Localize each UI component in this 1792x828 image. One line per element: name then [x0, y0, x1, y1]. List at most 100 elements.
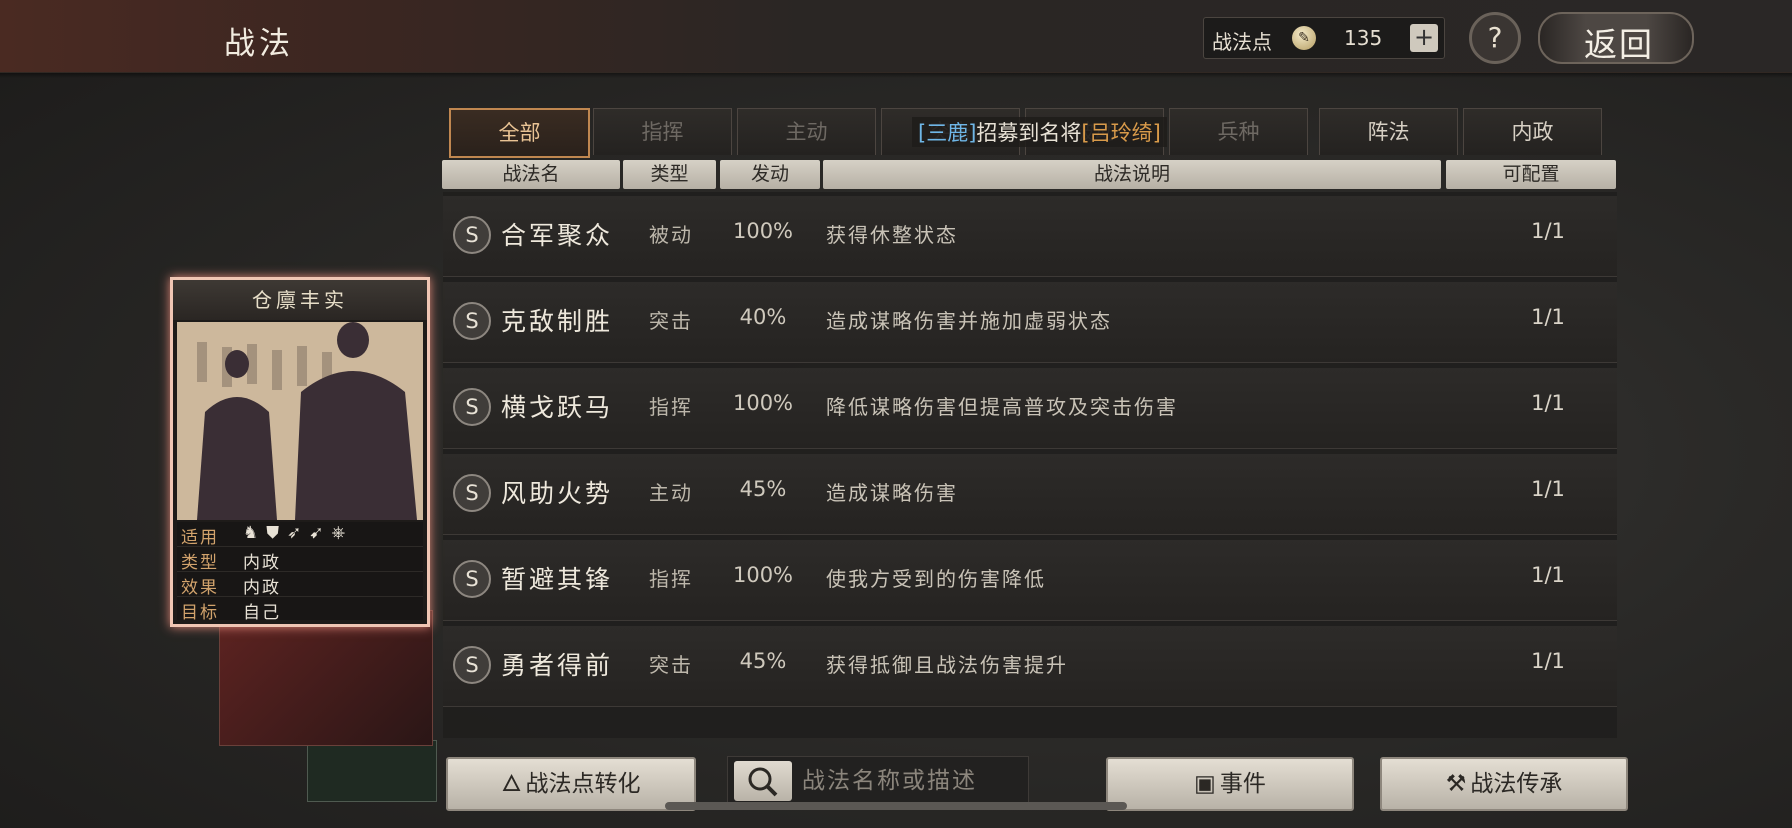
effect-label: 效果 [181, 578, 219, 598]
tab-formation[interactable]: 阵法 [1319, 108, 1458, 155]
tactic-count: 1/1 [1531, 219, 1565, 243]
column-rate[interactable]: 发动 [720, 160, 820, 189]
tactic-type: 主动 [649, 481, 693, 505]
alert-card-icon: ▣ [1194, 771, 1216, 797]
top-bar: 战法 战法点 ✎ 135 + ? 返回 [0, 0, 1792, 78]
tactic-description: 降低谋略伤害但提高普攻及突击伤害 [826, 395, 1178, 419]
card-title: 仓廪丰实 [173, 280, 427, 320]
table-row[interactable]: S 风助火势 主动 45% 造成谋略伤害 1/1 [443, 454, 1617, 535]
type-label: 类型 [181, 553, 219, 573]
tactic-type: 被动 [649, 223, 693, 247]
tab-active[interactable]: 主动 [737, 108, 876, 155]
tactic-points-label: 战法点 [1212, 30, 1272, 54]
card-info-panel: 适用 ♞⛊➶➹⎈ 类型 内政 效果 内政 目标 自己 [177, 522, 423, 623]
tactic-name: 合军聚众 [501, 221, 614, 250]
add-points-button[interactable]: + [1410, 24, 1438, 52]
search-input[interactable] [800, 763, 1024, 799]
bow-icon: ➶ [287, 523, 310, 543]
silhouette-figures-icon [177, 322, 423, 520]
effect-value: 内政 [243, 578, 281, 598]
inherit-tactic-label: 战法传承 [1470, 771, 1563, 797]
tab-command[interactable]: 指挥 [593, 108, 732, 155]
grade-s-badge: S [453, 302, 491, 340]
tactic-name: 横戈跃马 [501, 393, 614, 422]
tactic-rate: 45% [739, 477, 787, 501]
selected-tactic-card[interactable]: 仓廪丰实 适用 ♞⛊➶➹⎈ 类型 内政 效果 内政 目标 自己 [170, 277, 430, 627]
spear-icon: ➹ [309, 523, 332, 543]
search-icon[interactable] [734, 761, 792, 801]
tactic-count: 1/1 [1531, 649, 1565, 673]
tactic-type: 指挥 [649, 395, 693, 419]
events-button[interactable]: ▣ 事件 [1106, 757, 1354, 811]
type-value: 内政 [243, 553, 281, 573]
unit-type-icons: ♞⛊➶➹⎈ [243, 523, 353, 543]
tactic-rate: 100% [732, 219, 794, 243]
grade-s-badge: S [453, 388, 491, 426]
tactic-count: 1/1 [1531, 305, 1565, 329]
card-illustration [177, 322, 423, 520]
tactic-point-coin-icon: ✎ [1292, 26, 1316, 50]
column-type[interactable]: 类型 [623, 160, 716, 189]
hammer-icon: ⚒ [1445, 771, 1467, 797]
column-description: 战法说明 [823, 160, 1441, 189]
tactic-description: 造成谋略伤害 [826, 481, 958, 505]
wheel-icon: ⎈ [331, 523, 354, 543]
card-effect-row: 效果 内政 [177, 572, 423, 598]
convert-points-label: 战法点转化 [525, 771, 641, 797]
card-type-row: 类型 内政 [177, 547, 423, 573]
tactic-description: 获得抵御且战法伤害提升 [826, 653, 1068, 677]
tactic-rate: 100% [732, 391, 794, 415]
card-target-row: 目标 自己 [177, 597, 423, 623]
table-row[interactable]: S 横戈跃马 指挥 100% 降低谋略伤害但提高普攻及突击伤害 1/1 [443, 368, 1617, 449]
grade-s-badge: S [453, 560, 491, 598]
recruit-ticker: [三鹿]招募到名将[吕玲绮] [912, 117, 1167, 147]
search-bar [727, 756, 1029, 806]
page-title: 战法 [224, 26, 294, 62]
tactic-type: 突击 [649, 653, 693, 677]
help-button[interactable]: ? [1469, 12, 1521, 64]
tactic-description: 获得休整状态 [826, 223, 958, 247]
events-label: 事件 [1219, 771, 1266, 797]
stacked-card-art [307, 740, 437, 802]
tactic-description: 造成谋略伤害并施加虚弱状态 [826, 309, 1112, 333]
applies-label: 适用 [181, 528, 219, 548]
convert-points-button[interactable]: 🜂 战法点转化 [446, 757, 696, 811]
tactic-points-value: 135 [1344, 26, 1383, 50]
column-name[interactable]: 战法名 [442, 160, 620, 189]
tab-internal[interactable]: 内政 [1463, 108, 1602, 155]
stacked-card-art [219, 610, 433, 746]
target-label: 目标 [181, 603, 219, 623]
shield-icon: ⛊ [266, 523, 287, 543]
tactic-rate: 45% [739, 649, 787, 673]
ticker-text: 招募到名将 [976, 121, 1082, 145]
tactic-name: 暂避其锋 [501, 565, 614, 594]
card-applies-row: 适用 ♞⛊➶➹⎈ [177, 522, 423, 548]
tactic-points-display: 战法点 ✎ 135 + [1203, 17, 1445, 59]
tactic-type: 指挥 [649, 567, 693, 591]
inherit-tactic-button[interactable]: ⚒ 战法传承 [1380, 757, 1628, 811]
tactic-type: 突击 [649, 309, 693, 333]
grade-s-badge: S [453, 646, 491, 684]
tactic-description: 使我方受到的伤害降低 [826, 567, 1046, 591]
back-button[interactable]: 返回 [1538, 12, 1694, 64]
tab-all[interactable]: 全部 [449, 108, 590, 158]
ticker-player: [三鹿] [918, 121, 977, 145]
grade-s-badge: S [453, 474, 491, 512]
table-row[interactable]: S 暂避其锋 指挥 100% 使我方受到的伤害降低 1/1 [443, 540, 1617, 621]
home-indicator [665, 802, 1127, 810]
tactic-name: 风助火势 [501, 479, 614, 508]
tactic-rate: 100% [732, 563, 794, 587]
cavalry-icon: ♞ [243, 523, 267, 543]
table-row[interactable]: S 克敌制胜 突击 40% 造成谋略伤害并施加虚弱状态 1/1 [443, 282, 1617, 363]
grade-s-badge: S [453, 216, 491, 254]
tactic-count: 1/1 [1531, 477, 1565, 501]
table-row[interactable]: S 合军聚众 被动 100% 获得休整状态 1/1 [443, 196, 1617, 277]
tactic-name: 勇者得前 [501, 651, 614, 680]
magnifier-icon [748, 767, 778, 797]
column-count[interactable]: 可配置 [1446, 160, 1616, 189]
table-row[interactable]: S 勇者得前 突击 45% 获得抵御且战法伤害提升 1/1 [443, 626, 1617, 707]
ticker-general: [吕玲绮] [1081, 121, 1161, 145]
flame-icon: 🜂 [501, 771, 522, 797]
tactic-name: 克敌制胜 [501, 307, 614, 336]
tab-troop[interactable]: 兵种 [1169, 108, 1308, 155]
